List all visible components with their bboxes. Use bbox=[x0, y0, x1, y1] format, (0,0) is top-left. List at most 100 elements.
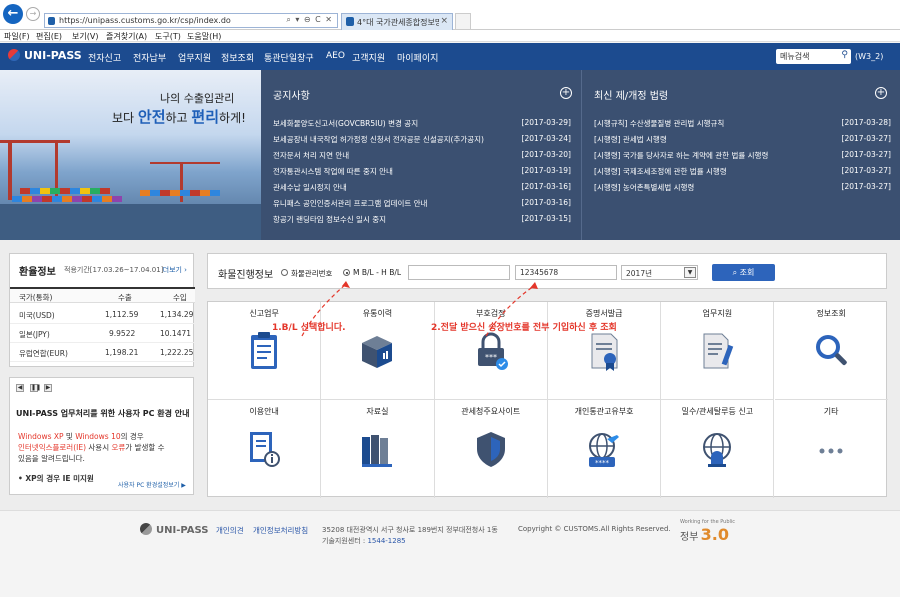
guide-line3: 있음을 알려드립니다. bbox=[18, 454, 85, 463]
guide-more-link[interactable]: 사용자 PC 환경설정보기 ▶ bbox=[118, 480, 186, 489]
service-info-lookup[interactable]: 정보조회 bbox=[774, 302, 888, 400]
notice-item[interactable]: 유니패스 공인인증서관리 프로그램 업데이트 안내 [2017-03-16] bbox=[261, 194, 581, 210]
svg-text:***: *** bbox=[485, 353, 497, 362]
service-customs-sites[interactable]: 관세청주요사이트 bbox=[435, 400, 548, 498]
sea-graphic bbox=[0, 204, 261, 240]
pause-icon[interactable]: ❚❚ bbox=[30, 384, 41, 392]
laws-title: 최신 제/개정 법령 bbox=[594, 91, 669, 102]
crane-arm-graphic bbox=[0, 140, 70, 143]
law-item[interactable]: [시행령] 관세법 시행령 [2017-03-27] bbox=[582, 130, 900, 146]
menu-search-input[interactable]: 메뉴검색 ⚲ bbox=[776, 49, 851, 64]
menu-edit[interactable]: 편집(E) bbox=[36, 31, 62, 42]
table-row: 유럽연합(EUR) 1,198.21 1,222.25 bbox=[10, 343, 195, 362]
plus-icon[interactable]: + bbox=[875, 87, 887, 99]
notice-item[interactable]: 전자문서 처리 지연 안내 [2017-03-20] bbox=[261, 146, 581, 162]
search-icon[interactable]: ⚲ bbox=[841, 50, 848, 60]
annotation-step2: 2.전달 받으신 송장번호를 전부 기입하신 후 조회 bbox=[431, 323, 617, 333]
notice-title: 공지사항 bbox=[273, 91, 310, 102]
law-item[interactable]: [시행령] 국제조세조정에 관한 법률 시행령 [2017-03-27] bbox=[582, 162, 900, 178]
law-item[interactable]: [시행령] 농어촌특별세법 시행령 [2017-03-27] bbox=[582, 178, 900, 194]
footer-copyright: Copyright © CUSTOMS.All Rights Reserved. bbox=[518, 525, 671, 533]
user-id: (W3_2) bbox=[855, 52, 884, 61]
hero-line2: 보다 안전하고 편리하게! bbox=[112, 108, 246, 126]
menu-tools[interactable]: 도구(T) bbox=[155, 31, 181, 42]
service-etc[interactable]: 기타 bbox=[775, 400, 888, 498]
service-library[interactable]: 자료실 bbox=[321, 400, 435, 498]
arrow-right-icon[interactable]: → bbox=[26, 7, 40, 21]
clipboard-icon bbox=[251, 332, 277, 369]
prev-icon[interactable]: ◀ bbox=[16, 384, 24, 392]
annotation-arrows bbox=[301, 281, 538, 337]
crane-graphic-2 bbox=[180, 162, 183, 202]
hero-section: 나의 수출입관리 보다 안전하고 편리하게! 공지사항 + 보세화물양도신고서(… bbox=[0, 70, 900, 240]
service-certificate[interactable]: 증명서발급 bbox=[547, 302, 662, 400]
footer-address: 35208 대전광역시 서구 청사로 189번지 정부대전청사 1동 bbox=[322, 526, 498, 534]
nav-single-window[interactable]: 통관단일창구 bbox=[264, 51, 314, 64]
svg-text:****: **** bbox=[595, 459, 610, 467]
rate-export: 9.9522 bbox=[109, 329, 136, 338]
col-country: 국가(통화) bbox=[19, 293, 53, 302]
col-export: 수출 bbox=[118, 293, 132, 302]
footer-tel: 기술지원센터 : 1544-1285 bbox=[322, 537, 406, 545]
search-button[interactable]: ⌕ 조회 bbox=[712, 264, 775, 281]
guide-bullet: • XP의 경우 IE 미지원 bbox=[18, 474, 94, 483]
containers-graphic-3 bbox=[140, 190, 220, 196]
radio-cargo-number[interactable] bbox=[281, 269, 288, 276]
tab-close-icon[interactable]: × bbox=[440, 16, 448, 26]
footer-link-opinion[interactable]: 개인의견 bbox=[216, 525, 244, 536]
notice-item[interactable]: 전자통관시스템 작업에 따른 중지 안내 [2017-03-19] bbox=[261, 162, 581, 178]
service-smuggling-report[interactable]: 밀수/관세탈루등 신고 bbox=[661, 400, 775, 498]
port-banner-image: 나의 수출입관리 보다 안전하고 편리하게! bbox=[0, 70, 261, 240]
menu-favorites[interactable]: 즐겨찾기(A) bbox=[106, 31, 147, 42]
containers-graphic-2 bbox=[12, 196, 122, 202]
radio-bl[interactable] bbox=[343, 269, 350, 276]
rate-more-link[interactable]: 더보기 › bbox=[163, 265, 187, 275]
service-personal-customs-code[interactable]: 개인통관고유부호 **** bbox=[548, 400, 662, 498]
books-icon bbox=[362, 435, 393, 467]
year-select[interactable]: 2017년 ▼ bbox=[621, 265, 698, 280]
nav-aeo[interactable]: AEO bbox=[326, 51, 345, 61]
notice-item[interactable]: 항공기 랜딩타임 정보수신 일시 중지 [2017-03-15] bbox=[261, 210, 581, 226]
nav-e-payment[interactable]: 전자납부 bbox=[133, 51, 166, 64]
menu-help[interactable]: 도움말(H) bbox=[187, 31, 221, 42]
nav-my-page[interactable]: 마이페이지 bbox=[397, 51, 438, 64]
footer-link-privacy[interactable]: 개인정보처리방침 bbox=[253, 525, 308, 536]
address-bar[interactable]: https://unipass.customs.go.kr/csp/index.… bbox=[44, 13, 338, 28]
browser-toolbar: ← → https://unipass.customs.go.kr/csp/in… bbox=[0, 0, 900, 30]
notice-item[interactable]: 보세공장내 내국작업 허가정정 신청서 전자공문 신설공지(추가공지) [2017… bbox=[261, 130, 581, 146]
service-support[interactable]: 업무지원 bbox=[661, 302, 775, 400]
site-logo[interactable]: UNI-PASS bbox=[8, 49, 82, 62]
rate-country: 유럽연합(EUR) bbox=[19, 349, 68, 358]
containers-graphic bbox=[20, 188, 110, 194]
airplane-globe-icon: **** bbox=[588, 433, 619, 467]
service-label: 정보조회 bbox=[816, 309, 846, 318]
menu-file[interactable]: 파일(F) bbox=[4, 31, 30, 42]
annotation-step1: 1.B/L 선택합니다. bbox=[272, 323, 346, 333]
service-label: 업무지원 bbox=[702, 309, 733, 318]
menu-view[interactable]: 보기(V) bbox=[72, 31, 98, 42]
address-tools[interactable]: ⌕ ▾ ⊖ C ✕ bbox=[286, 15, 333, 25]
law-item[interactable]: [시행규칙] 수산생물질병 관리법 시행규칙 [2017-03-28] bbox=[582, 114, 900, 130]
plus-icon[interactable]: + bbox=[560, 87, 572, 99]
next-icon[interactable]: ▶ bbox=[44, 384, 52, 392]
law-item[interactable]: [시행령] 국가를 당사자로 하는 계약에 관한 법률 시행령 [2017-03-… bbox=[582, 146, 900, 162]
browser-tab[interactable]: 4°대 국가관세종합정보망... × bbox=[341, 13, 453, 30]
nav-customer-support[interactable]: 고객지원 bbox=[352, 51, 385, 64]
notice-panel: 공지사항 + 보세화물양도신고서(GOVCBR5IU) 변경 공지 [2017-0… bbox=[261, 70, 581, 240]
rate-export: 1,198.21 bbox=[105, 348, 139, 357]
nav-info-lookup[interactable]: 정보조회 bbox=[221, 51, 254, 64]
service-usage-guide[interactable]: 이용안내 bbox=[208, 400, 322, 498]
tab-favicon-icon bbox=[346, 17, 354, 26]
arrow-left-icon[interactable]: ← bbox=[3, 4, 23, 24]
annotation-arrow-2-head bbox=[530, 282, 538, 289]
address-url: https://unipass.customs.go.kr/csp/index.… bbox=[59, 16, 231, 25]
year-value: 2017년 bbox=[626, 269, 652, 278]
notice-item[interactable]: 보세화물양도신고서(GOVCBR5IU) 변경 공지 [2017-03-29] bbox=[261, 114, 581, 130]
notice-item[interactable]: 관세수납 일시정지 안내 [2017-03-16] bbox=[261, 178, 581, 194]
new-tab-button[interactable] bbox=[455, 13, 471, 30]
globe-siren-icon bbox=[703, 433, 732, 467]
site-header: UNI-PASS 전자신고 전자납부 업무지원 정보조회 통관단일창구 AEO … bbox=[0, 43, 900, 70]
nav-e-declaration[interactable]: 전자신고 bbox=[88, 51, 121, 64]
crane-arm-graphic-2 bbox=[150, 162, 220, 164]
nav-business-support[interactable]: 업무지원 bbox=[178, 51, 211, 64]
